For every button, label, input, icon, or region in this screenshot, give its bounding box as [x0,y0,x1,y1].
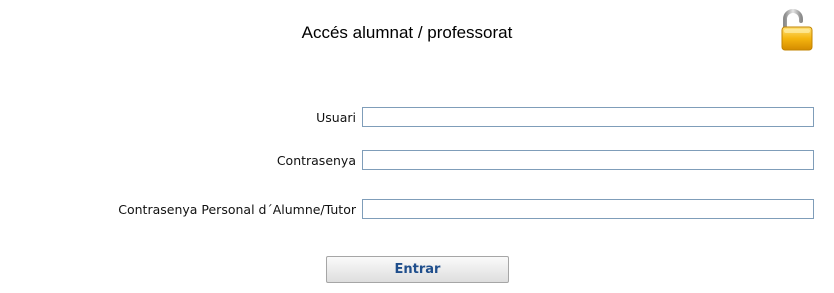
personal-password-row: Contrasenya Personal d´Alumne/Tutor [0,199,834,221]
submit-button[interactable]: Entrar [326,256,509,283]
page-title: Accés alumnat / professorat [301,23,513,42]
password-input[interactable] [362,150,814,170]
username-row: Usuari [0,107,834,129]
personal-password-label: Contrasenya Personal d´Alumne/Tutor [118,202,356,217]
password-label: Contrasenya [276,153,356,168]
open-padlock-icon [781,9,813,51]
password-row: Contrasenya [0,150,834,172]
username-input[interactable] [362,107,814,127]
personal-password-input[interactable] [362,199,814,219]
username-label: Usuari [316,110,356,125]
